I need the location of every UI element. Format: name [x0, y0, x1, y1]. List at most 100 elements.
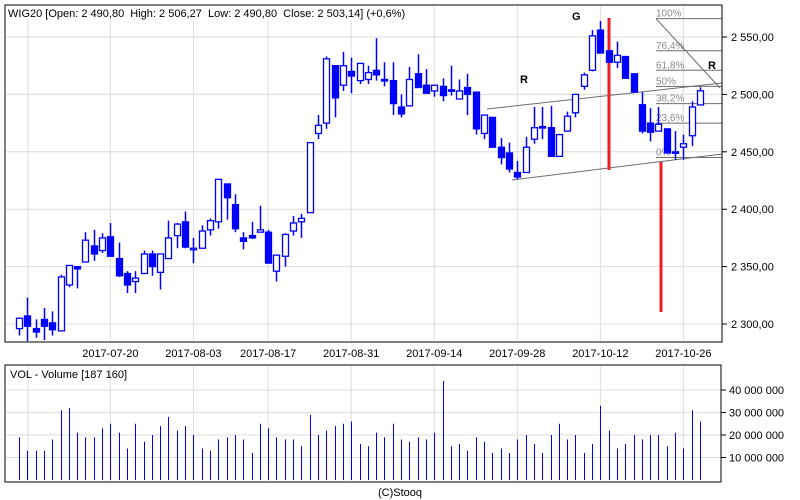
candle-up — [405, 66, 414, 107]
candle-body — [73, 265, 82, 270]
candle-up — [256, 205, 265, 233]
candle-body — [497, 146, 506, 159]
candle-body — [272, 254, 281, 272]
candle-up — [57, 274, 66, 332]
candle-body — [239, 237, 248, 242]
candle-down — [605, 50, 614, 63]
candle-up — [588, 30, 597, 72]
candle-up — [522, 136, 531, 174]
candle-up — [131, 271, 140, 294]
candle-body — [447, 89, 456, 92]
candle-body — [522, 146, 531, 174]
date-tick-label: 2017-08-17 — [240, 348, 296, 360]
candle-up — [356, 62, 365, 85]
candle-body — [563, 115, 572, 132]
candle-down — [488, 116, 497, 148]
candle-body — [588, 35, 597, 71]
candle-down — [538, 107, 547, 140]
candle-up — [306, 141, 315, 214]
candle-body — [115, 257, 124, 277]
candle-body — [663, 128, 672, 154]
candle-body — [638, 104, 647, 132]
candle-body — [488, 116, 497, 148]
candle-body — [173, 223, 182, 237]
candle-body — [654, 123, 663, 132]
candle-body — [48, 322, 57, 331]
candle-body — [389, 79, 398, 105]
candle-down — [264, 229, 273, 264]
candle-body — [223, 183, 232, 199]
candle-body — [455, 90, 464, 100]
candle-up — [563, 111, 572, 132]
candle-body — [472, 91, 481, 130]
price-tick-label: 2 500,00 — [731, 89, 774, 101]
candle-body — [81, 239, 90, 263]
candle-body — [281, 233, 290, 257]
candle-up — [571, 93, 580, 118]
candle-body — [214, 178, 223, 223]
candle-body — [156, 253, 165, 273]
candle-body — [671, 151, 680, 154]
candle-body — [189, 247, 198, 251]
candle-up — [206, 218, 215, 236]
candle-body — [289, 222, 298, 232]
candle-body — [439, 85, 448, 97]
candle-down — [439, 78, 448, 102]
fib-level-label: 38,2% — [656, 94, 684, 105]
candle-body — [621, 55, 630, 79]
candle-body — [297, 217, 306, 223]
candle-down — [40, 307, 49, 341]
candle-body — [264, 231, 273, 264]
candle-up — [156, 253, 165, 290]
candle-up — [198, 225, 207, 249]
candle-up — [272, 254, 281, 282]
candle-down — [646, 108, 655, 142]
candle-body — [322, 58, 331, 124]
candle-down — [347, 57, 356, 94]
candle-body — [198, 230, 207, 249]
candle-up — [140, 250, 149, 275]
volume-panel-frame — [4, 364, 722, 483]
candle-down — [48, 311, 57, 336]
candle-down — [422, 69, 431, 94]
candle-body — [696, 90, 705, 106]
candle-body — [57, 276, 66, 332]
candle-down — [239, 232, 248, 250]
candle-down — [447, 65, 456, 96]
candle-body — [356, 62, 365, 82]
candle-body — [40, 318, 49, 327]
candle-body — [65, 264, 74, 286]
candle-body — [90, 245, 99, 255]
candle-body — [480, 114, 489, 135]
candle-body — [463, 86, 472, 96]
candle-body — [397, 106, 406, 115]
volume-tick-label: 40 000 000 — [729, 385, 784, 397]
candle-down — [497, 138, 506, 165]
candle-down — [638, 92, 647, 134]
copyright: (C)Stooq — [378, 487, 422, 499]
candle-body — [23, 315, 32, 327]
candle-up — [455, 79, 464, 100]
candle-body — [131, 277, 140, 283]
date-tick-label: 2017-09-28 — [489, 348, 545, 360]
candle-down — [397, 94, 406, 118]
candle-down — [505, 142, 514, 173]
candle-down — [148, 250, 157, 276]
annotation-r: R — [708, 60, 716, 72]
candle-down — [123, 271, 132, 294]
candle-body — [605, 50, 614, 63]
candle-up — [15, 317, 24, 336]
candle-body — [339, 65, 348, 86]
candle-down — [671, 131, 680, 160]
candle-up — [364, 65, 373, 85]
volume-tick-label: 10 000 000 — [729, 453, 784, 465]
candle-down — [248, 221, 257, 240]
candle-body — [613, 54, 622, 63]
candle-body — [306, 141, 315, 214]
candle-down — [231, 194, 240, 233]
candle-down — [223, 183, 232, 220]
price-tick-label: 2 350,00 — [731, 262, 774, 274]
candle-down — [389, 62, 398, 116]
candle-up — [214, 178, 223, 229]
candle-body — [148, 253, 157, 268]
